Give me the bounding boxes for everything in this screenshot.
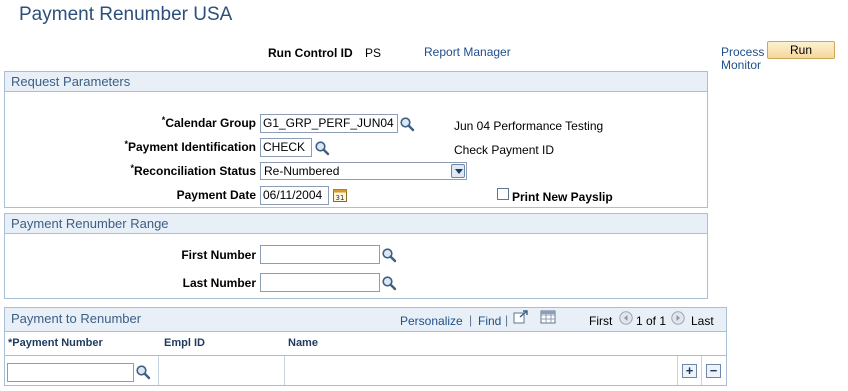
add-row-icon[interactable]: + [682,364,697,378]
grid-download-icon[interactable] [540,310,556,324]
grid-separator-2: | [505,313,509,327]
view-all-icon[interactable] [513,310,529,324]
process-monitor-link[interactable]: Process Monitor [721,46,764,72]
run-button[interactable]: Run [767,41,835,59]
previous-arrow-icon[interactable] [619,311,633,325]
print-new-payslip-checkbox[interactable] [497,188,509,200]
payment-date-input[interactable]: 06/11/2004 [260,186,329,205]
print-new-payslip-label: Print New Payslip [512,190,613,204]
chevron-down-icon [451,164,465,178]
first-number-label: First Number [181,248,256,262]
next-arrow-icon[interactable] [671,311,685,325]
page-title: Payment Renumber USA [19,4,233,25]
run-control-id-value: PS [365,46,382,60]
svg-text:31: 31 [336,194,345,202]
grid-range-label: 1 of 1 [636,314,667,328]
calendar-group-lookup-icon[interactable] [399,116,415,132]
payment-identification-lookup-icon[interactable] [314,140,330,156]
personalize-link[interactable]: Personalize [400,314,463,328]
request-parameters-header: Request Parameters [5,72,707,92]
payment-to-renumber-header: Payment to Renumber [5,308,726,332]
column-divider [158,356,159,385]
grid-last-label: Last [691,314,714,328]
column-header-empl-id: Empl ID [164,337,205,349]
reconciliation-status-label: *Reconciliation Status [130,163,256,178]
calendar-group-label: *Calendar Group [161,115,256,130]
run-control-id-label: Run Control ID [268,46,353,60]
grid-first-label: First [589,314,613,328]
payment-identification-label: *Payment Identification [124,139,256,154]
grid-column-header-row [5,331,726,356]
payment-identification-description: Check Payment ID [454,143,555,157]
reconciliation-status-select[interactable]: Re-Numbered [260,162,467,180]
payment-identification-input[interactable]: CHECK [260,138,312,157]
calendar-group-description: Jun 04 Performance Testing [454,119,604,133]
column-divider [284,356,285,385]
first-number-input[interactable] [260,245,380,264]
payment-date-label: Payment Date [176,188,256,202]
column-header-name: Name [288,337,318,349]
column-divider [677,356,678,385]
calendar-icon[interactable]: 31 [332,187,348,203]
payment-number-lookup-icon[interactable] [135,364,151,380]
first-number-lookup-icon[interactable] [381,247,397,263]
find-link[interactable]: Find [478,314,501,328]
column-header-payment-number: *Payment Number [8,337,103,349]
calendar-group-input[interactable]: G1_GRP_PERF_JUN04 [260,114,398,133]
grid-separator: | [469,313,473,327]
last-number-input[interactable] [260,273,380,292]
last-number-label: Last Number [182,276,256,290]
payment-renumber-range-header: Payment Renumber Range [5,214,707,234]
column-divider [701,356,702,385]
payment-number-input[interactable] [7,363,134,382]
last-number-lookup-icon[interactable] [381,275,397,291]
delete-row-icon[interactable]: − [706,364,721,378]
report-manager-link[interactable]: Report Manager [424,45,511,59]
request-parameters-group: Request Parameters [4,71,708,208]
